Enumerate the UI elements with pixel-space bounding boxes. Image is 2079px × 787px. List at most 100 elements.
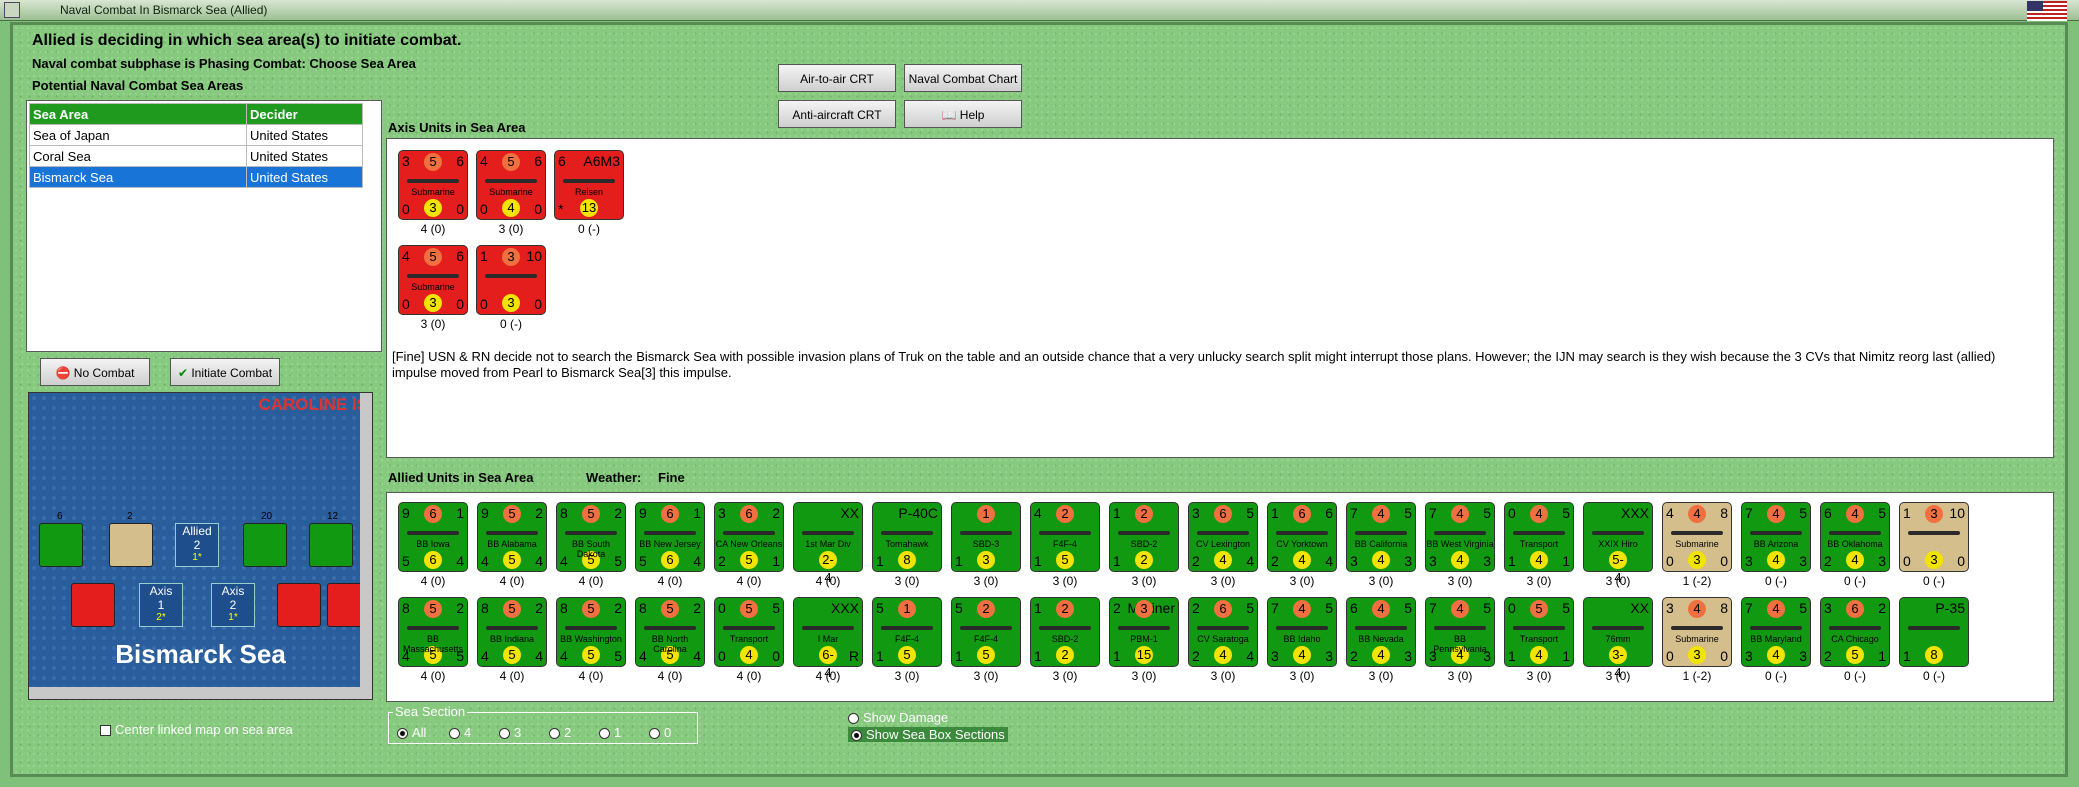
help-button[interactable]: 📖 Help bbox=[904, 100, 1022, 128]
sea-section-option-all[interactable]: All bbox=[397, 725, 426, 740]
allied-sea-box[interactable]: Allied 2 1* bbox=[175, 523, 219, 567]
unit-counter[interactable]: 5 2 1 5 F4F-4 bbox=[951, 597, 1021, 667]
no-combat-button[interactable]: ⛔ No Combat bbox=[40, 358, 150, 386]
unit-counter[interactable]: 3 2 6 2 1 5 CA Chicago bbox=[1820, 597, 1890, 667]
unit-counter[interactable]: 0 5 5 0 0 4 Transport bbox=[714, 597, 784, 667]
unit-counter[interactable]: 8 2 5 4 4 5 BB North Carolina bbox=[635, 597, 705, 667]
unit-counter[interactable]: 7 5 4 3 3 4 BB West Virginia bbox=[1425, 502, 1495, 572]
unit-counter[interactable]: XXX R 6-4 I Mar bbox=[793, 597, 863, 680]
unit-counter[interactable]: 1 6 6 2 4 4 CV Yorktown bbox=[1267, 502, 1337, 572]
counter-bc: 3 bbox=[424, 294, 442, 312]
sea-section-option-4[interactable]: 4 bbox=[449, 725, 471, 740]
unit-caption: 0 (-) bbox=[1765, 574, 1787, 588]
map-stack-counter[interactable] bbox=[309, 523, 353, 567]
unit-counter[interactable]: 7 5 4 3 3 4 BB Idaho bbox=[1267, 597, 1337, 667]
axis-sea-box-1[interactable]: Axis 1 2* bbox=[139, 583, 183, 627]
air-to-air-crt-button[interactable]: Air-to-air CRT bbox=[778, 64, 896, 92]
sea-section-option-2[interactable]: 2 bbox=[549, 725, 571, 740]
unit-counter[interactable]: 4 6 5 0 0 4 Submarine bbox=[476, 150, 546, 220]
unit-counter[interactable]: 3 6 5 0 0 3 Submarine bbox=[398, 150, 468, 220]
unit-counter[interactable]: 6 A6M3 * 13 Reisen bbox=[554, 150, 624, 220]
map-stack-counter[interactable] bbox=[71, 583, 115, 627]
table-row-selected[interactable]: Bismarck Sea United States bbox=[29, 166, 363, 188]
counter-tc: 4 bbox=[1846, 505, 1864, 523]
counter-bl: 1 bbox=[1034, 648, 1042, 664]
table-row[interactable]: Sea of Japan United States bbox=[29, 124, 363, 146]
sea-section-option-1[interactable]: 1 bbox=[599, 725, 621, 740]
unit-counter[interactable]: 7 5 4 3 3 4 BB Maryland bbox=[1741, 597, 1811, 667]
unit-counter[interactable]: 8 2 5 4 4 5 BB Indiana bbox=[477, 597, 547, 667]
col-sea-area[interactable]: Sea Area bbox=[29, 103, 247, 125]
unit-counter[interactable]: P-35 1 8 bbox=[1899, 597, 1969, 667]
unit-counter[interactable]: 0 5 5 1 1 4 Transport bbox=[1504, 597, 1574, 667]
checkbox-box[interactable] bbox=[100, 725, 111, 737]
radio-icon bbox=[549, 728, 560, 740]
axis-sea-box-2[interactable]: Axis 2 1* bbox=[211, 583, 255, 627]
counter-bl: 2 bbox=[1192, 553, 1200, 569]
unit-counter[interactable]: 9 1 6 5 4 6 BB New Jersey bbox=[635, 502, 705, 572]
unit-silhouette-icon bbox=[644, 626, 696, 630]
unit-counter[interactable]: 9 2 5 4 4 5 BB Alabama bbox=[477, 502, 547, 572]
map-horizontal-scrollbar[interactable] bbox=[29, 687, 372, 699]
unit-counter[interactable]: 8 2 5 4 5 5 BB South Dakota bbox=[556, 502, 626, 572]
unit-counter[interactable]: 6 5 4 2 3 4 BB Oklahoma bbox=[1820, 502, 1890, 572]
unit-counter[interactable]: XX 3-4 76mm bbox=[1583, 597, 1653, 680]
counter-name: CV Saratoga bbox=[1197, 634, 1249, 644]
unit-counter[interactable]: 7 5 4 3 3 4 BB Pennsylvania bbox=[1425, 597, 1495, 667]
counter-tr: 5 bbox=[1483, 505, 1491, 521]
unit-counter[interactable]: 4 2 1 5 F4F-4 bbox=[1030, 502, 1100, 572]
counter-tr: 5 bbox=[1799, 505, 1807, 521]
unit-counter[interactable]: 4 6 5 0 0 3 Submarine bbox=[398, 245, 468, 315]
unit-counter[interactable]: 8 2 5 4 5 5 BB Washington bbox=[556, 597, 626, 667]
unit-counter[interactable]: 1 2 1 2 SBD-2 bbox=[1030, 597, 1100, 667]
unit-counter[interactable]: 1 10 3 0 0 3 bbox=[476, 245, 546, 315]
show-damage-option[interactable]: Show Damage bbox=[848, 710, 948, 725]
sea-area-map[interactable]: CAROLINE IS Bismarck Sea 6 2 Allied 2 1*… bbox=[28, 392, 373, 700]
sea-section-option-0[interactable]: 0 bbox=[649, 725, 671, 740]
system-menu-icon[interactable] bbox=[4, 2, 20, 18]
unit-caption: 0 (-) bbox=[500, 317, 522, 331]
unit-counter[interactable]: 2 5 6 2 4 4 CV Saratoga bbox=[1188, 597, 1258, 667]
unit-counter[interactable]: 5 1 1 5 F4F-4 bbox=[872, 597, 942, 667]
anti-aircraft-crt-button[interactable]: Anti-aircraft CRT bbox=[778, 100, 896, 128]
unit-silhouette-icon bbox=[1039, 531, 1091, 535]
unit-counter[interactable]: 3 8 4 0 0 3 Submarine bbox=[1662, 597, 1732, 667]
unit-counter[interactable]: 2Mariner3115PBM-1 bbox=[1109, 597, 1179, 667]
map-stack-counter[interactable] bbox=[243, 523, 287, 567]
counter-name: CV Lexington bbox=[1195, 539, 1251, 549]
unit-counter[interactable]: 9 1 6 5 4 6 BB Iowa bbox=[398, 502, 468, 572]
counter-tc: 4 bbox=[1372, 505, 1390, 523]
table-row[interactable]: Coral Sea United States bbox=[29, 145, 363, 167]
unit-counter[interactable]: 1 2 1 2 SBD-2 bbox=[1109, 502, 1179, 572]
unit-counter[interactable]: XXX 5-4 XXIX Hiro bbox=[1583, 502, 1653, 585]
unit-counter[interactable]: 7 5 4 3 3 4 BB Arizona bbox=[1741, 502, 1811, 572]
unit-counter[interactable]: 3 2 6 2 1 5 CA New Orleans bbox=[714, 502, 784, 572]
initiate-combat-button[interactable]: ✔ Initiate Combat bbox=[170, 358, 280, 386]
show-sea-box-option[interactable]: Show Sea Box Sections bbox=[848, 727, 1008, 742]
counter-tl: 4 bbox=[1666, 505, 1674, 521]
counter-tc: 6 bbox=[661, 505, 679, 523]
map-stack-counter[interactable] bbox=[39, 523, 83, 567]
unit-caption: 3 (0) bbox=[498, 222, 524, 236]
unit-counter[interactable]: 7 5 4 3 3 4 BB California bbox=[1346, 502, 1416, 572]
naval-combat-chart-button[interactable]: Naval Combat Chart bbox=[904, 64, 1022, 92]
map-stack-counter[interactable] bbox=[277, 583, 321, 627]
sea-section-option-3[interactable]: 3 bbox=[499, 725, 521, 740]
counter-tr: XXX bbox=[1620, 505, 1649, 521]
center-link-checkbox[interactable]: Center linked map on sea area bbox=[100, 722, 293, 737]
unit-counter[interactable]: 6 5 4 2 3 4 BB Nevada bbox=[1346, 597, 1416, 667]
counter-bc: 4 bbox=[502, 199, 520, 217]
us-flag-icon bbox=[2027, 1, 2067, 21]
col-decider[interactable]: Decider bbox=[246, 103, 363, 125]
unit-counter[interactable]: 0 5 4 1 1 4 Transport bbox=[1504, 502, 1574, 572]
unit-counter[interactable]: 3 5 6 2 4 4 CV Lexington bbox=[1188, 502, 1258, 572]
unit-counter[interactable]: 4 8 4 0 0 3 Submarine bbox=[1662, 502, 1732, 572]
map-stack-counter[interactable] bbox=[109, 523, 153, 567]
unit-counter[interactable]: 1 1 3 SBD-3 bbox=[951, 502, 1021, 572]
unit-counter[interactable]: XX 2-4 1st Mar Div bbox=[793, 502, 863, 585]
unit-counter[interactable]: 1 10 3 0 0 3 bbox=[1899, 502, 1969, 572]
unit-counter[interactable]: P-40C 1 8 Tomahawk bbox=[872, 502, 942, 572]
map-vertical-scrollbar[interactable] bbox=[360, 393, 372, 687]
unit-counter[interactable]: 8 2 5 4 5 5 BB Massachusetts bbox=[398, 597, 468, 667]
unit-silhouette-icon bbox=[1671, 626, 1723, 630]
